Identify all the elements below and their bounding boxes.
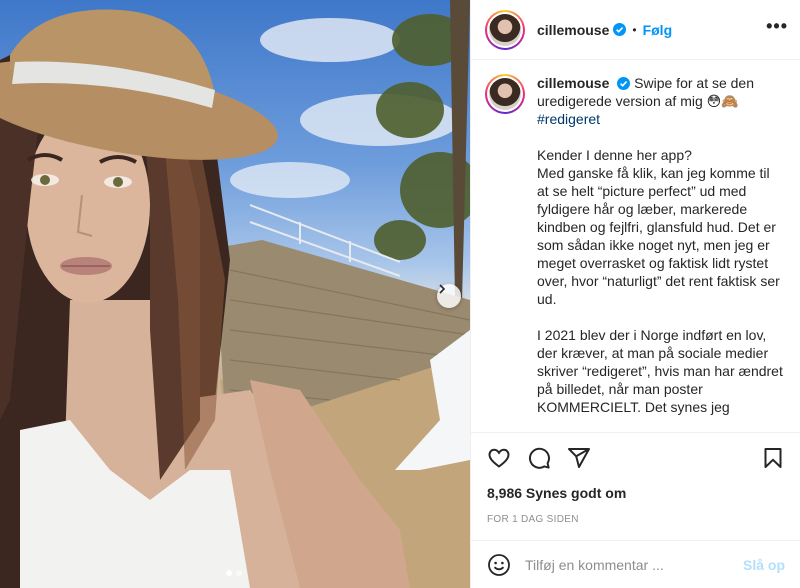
caption-paragraph: Kender I denne her app? Med ganske få kl… — [537, 147, 780, 307]
chevron-right-icon — [439, 284, 446, 294]
comment-bar: Slå op — [471, 540, 800, 588]
caption-avatar[interactable] — [485, 74, 525, 114]
paper-plane-icon[interactable] — [567, 446, 591, 470]
carousel-indicator — [226, 570, 242, 576]
header-username[interactable]: cillemouse — [537, 22, 609, 38]
post-photo[interactable] — [0, 0, 470, 588]
carousel-dot-active — [226, 570, 232, 576]
photo-illustration — [0, 0, 470, 588]
comment-icon[interactable] — [527, 446, 551, 470]
caption-username[interactable]: cillemouse — [537, 75, 609, 91]
header-separator: • — [632, 22, 637, 37]
action-buttons — [471, 433, 800, 483]
caption-scroll-area[interactable]: cillemouse Swipe for at se den uredigere… — [471, 60, 800, 432]
verified-badge-icon — [617, 77, 631, 90]
comment-input[interactable] — [525, 556, 743, 573]
post-sidebar: cillemouse • Følg ••• cillemouse Swipe f… — [470, 0, 800, 588]
more-options-button[interactable]: ••• — [766, 16, 788, 43]
hashtag-link[interactable]: #redigeret — [537, 111, 600, 127]
carousel-next-button[interactable] — [437, 284, 461, 308]
verified-badge-icon — [613, 23, 627, 36]
avatar[interactable] — [485, 9, 525, 50]
likes-count[interactable]: 8,986 Synes godt om — [471, 485, 800, 501]
post-actions-section: 8,986 Synes godt om FOR 1 DAG SIDEN — [471, 432, 800, 525]
smiley-icon[interactable] — [487, 553, 511, 577]
post-header: cillemouse • Følg ••• — [471, 0, 800, 60]
post-comment-button[interactable]: Slå op — [743, 557, 785, 573]
follow-button[interactable]: Følg — [643, 22, 673, 38]
heart-icon[interactable] — [487, 446, 511, 470]
post-timestamp[interactable]: FOR 1 DAG SIDEN — [471, 514, 800, 525]
caption-text: cillemouse Swipe for at se den uredigere… — [537, 74, 785, 416]
bookmark-icon[interactable] — [761, 446, 785, 470]
carousel-dot — [236, 570, 242, 576]
caption-paragraph: I 2021 blev der i Norge indført en lov, … — [537, 327, 783, 415]
